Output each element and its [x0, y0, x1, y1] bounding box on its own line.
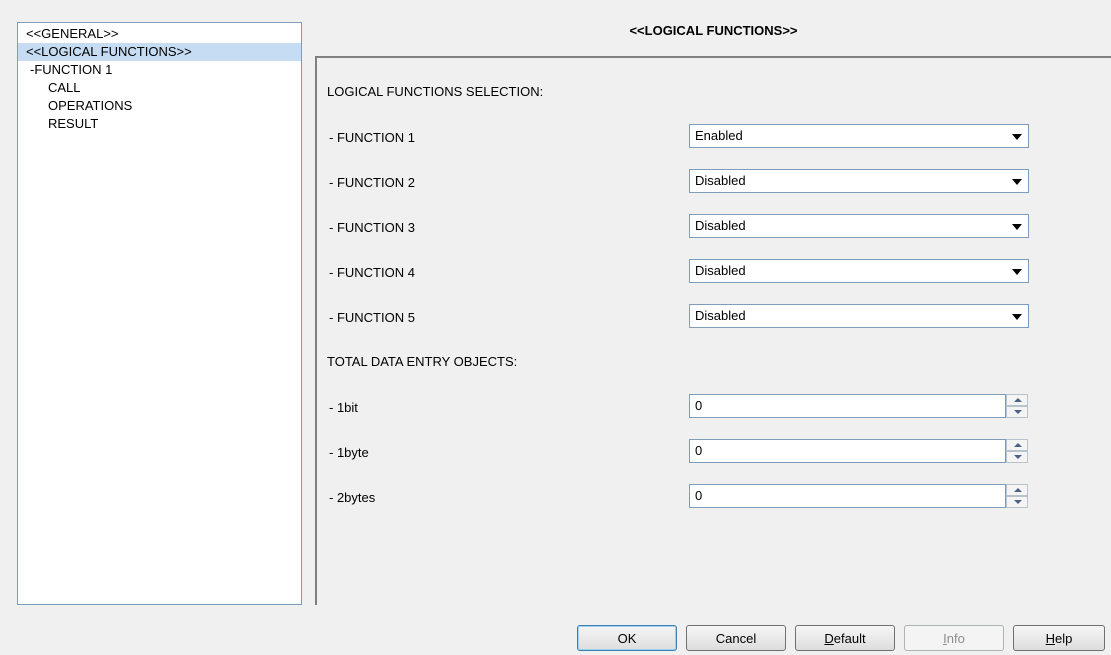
function-3-select[interactable]: Disabled: [689, 214, 1029, 238]
entry-2bytes-label: - 2bytes: [329, 490, 376, 505]
ok-button[interactable]: OK: [577, 625, 677, 651]
function-4-value: Disabled: [695, 263, 746, 278]
chevron-down-icon[interactable]: [1012, 134, 1022, 140]
function-4-label: - FUNCTION 4: [329, 265, 415, 280]
function-3-label: - FUNCTION 3: [329, 220, 415, 235]
function-2-value: Disabled: [695, 173, 746, 188]
help-mnemonic: H: [1045, 630, 1056, 646]
entry-2bytes-input[interactable]: 0: [689, 484, 1006, 508]
tree-item-result[interactable]: RESULT: [18, 115, 301, 133]
entry-1byte-spinner[interactable]: [1006, 439, 1028, 463]
tree-item-call[interactable]: CALL: [18, 79, 301, 97]
chevron-down-icon[interactable]: [1012, 269, 1022, 275]
function-5-label: - FUNCTION 5: [329, 310, 415, 325]
spin-up-icon[interactable]: [1006, 484, 1028, 496]
chevron-down-icon[interactable]: [1012, 314, 1022, 320]
spin-up-icon[interactable]: [1006, 394, 1028, 406]
entry-1bit-spinner[interactable]: [1006, 394, 1028, 418]
spin-down-icon[interactable]: [1006, 451, 1028, 463]
function-5-value: Disabled: [695, 308, 746, 323]
entry-1byte-input[interactable]: 0: [689, 439, 1006, 463]
entry-heading: TOTAL DATA ENTRY OBJECTS:: [327, 354, 518, 369]
tree-item-operations[interactable]: OPERATIONS: [18, 97, 301, 115]
selection-heading: LOGICAL FUNCTIONS SELECTION:: [327, 84, 544, 99]
info-button: Info: [904, 625, 1004, 651]
function-2-label: - FUNCTION 2: [329, 175, 415, 190]
spin-down-icon[interactable]: [1006, 406, 1028, 418]
parameters-panel: LOGICAL FUNCTIONS SELECTION: - FUNCTION …: [315, 56, 1111, 605]
tree-item-logical-functions[interactable]: <<LOGICAL FUNCTIONS>>: [18, 43, 301, 61]
chevron-down-icon[interactable]: [1012, 179, 1022, 185]
function-1-value: Enabled: [695, 128, 743, 143]
tree-item-general[interactable]: <<GENERAL>>: [18, 25, 301, 43]
spin-down-icon[interactable]: [1006, 496, 1028, 508]
function-4-select[interactable]: Disabled: [689, 259, 1029, 283]
function-2-select[interactable]: Disabled: [689, 169, 1029, 193]
navigation-tree[interactable]: <<GENERAL>> <<LOGICAL FUNCTIONS>> -FUNCT…: [17, 22, 302, 605]
default-button[interactable]: Default: [795, 625, 895, 651]
function-1-select[interactable]: Enabled: [689, 124, 1029, 148]
info-label-rest: nfo: [946, 630, 965, 646]
function-1-label: - FUNCTION 1: [329, 130, 415, 145]
entry-1bit-label: - 1bit: [329, 400, 358, 415]
spin-up-icon[interactable]: [1006, 439, 1028, 451]
chevron-down-icon[interactable]: [1012, 224, 1022, 230]
cancel-button[interactable]: Cancel: [686, 625, 786, 651]
function-3-value: Disabled: [695, 218, 746, 233]
entry-1bit-input[interactable]: 0: [689, 394, 1006, 418]
help-label-rest: elp: [1055, 630, 1073, 646]
default-label-rest: efault: [833, 630, 866, 646]
tree-item-function-1[interactable]: -FUNCTION 1: [18, 61, 301, 79]
entry-2bytes-spinner[interactable]: [1006, 484, 1028, 508]
function-5-select[interactable]: Disabled: [689, 304, 1029, 328]
entry-1byte-label: - 1byte: [329, 445, 369, 460]
page-title: <<LOGICAL FUNCTIONS>>: [629, 23, 798, 38]
help-button[interactable]: Help: [1013, 625, 1105, 651]
default-mnemonic: D: [824, 630, 834, 646]
